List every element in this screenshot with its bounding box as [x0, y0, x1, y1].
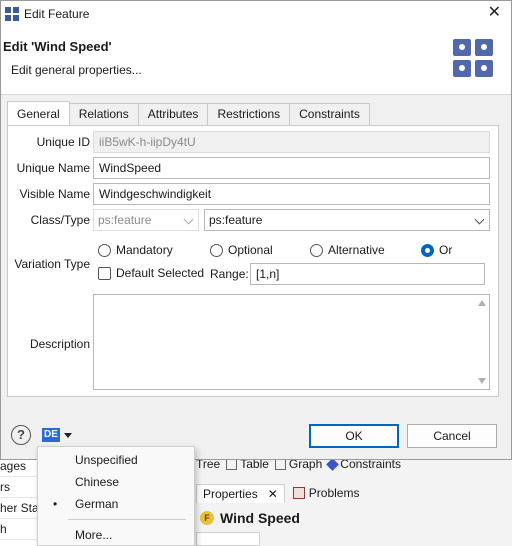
language-menu: Unspecified Chinese • German More... [37, 446, 195, 546]
background-tab-problems[interactable]: Problems [292, 486, 360, 500]
background-tab-label: Properties [203, 486, 258, 501]
background-left-panel: ages rs her Stat h [0, 456, 38, 546]
dialog-heading: Edit 'Wind Speed' [3, 39, 112, 54]
description-label: Description [29, 337, 90, 351]
class-type-label: Class/Type [30, 213, 90, 227]
cancel-button[interactable]: Cancel [407, 424, 497, 448]
chevron-down-icon [63, 432, 72, 438]
tab-constraints[interactable]: Constraints [289, 103, 370, 125]
chevron-down-icon[interactable] [474, 214, 485, 225]
chevron-down-icon [183, 214, 194, 225]
radio-alternative[interactable]: Alternative [310, 243, 385, 257]
background-tab-properties[interactable]: Properties ✕ [196, 483, 285, 503]
background-left-item[interactable]: her Stat [0, 498, 37, 519]
close-icon[interactable]: ✕ [488, 5, 501, 21]
edit-feature-dialog: Edit Feature ✕ Edit 'Wind Speed' Edit ge… [0, 0, 512, 460]
visible-name-label: Visible Name [19, 187, 90, 201]
menu-item-more[interactable]: More... [38, 524, 194, 546]
radio-circle[interactable] [98, 243, 111, 257]
background-field [196, 532, 260, 546]
tab-general[interactable]: General [7, 101, 70, 125]
type-combo[interactable]: ps:feature [204, 209, 490, 231]
feature-icon: F [200, 511, 214, 525]
problems-icon [292, 487, 305, 499]
tab-attributes[interactable]: Attributes [137, 103, 209, 125]
default-selected-checkbox[interactable]: Default Selected [98, 266, 204, 280]
type-combo-value: ps:feature [209, 213, 263, 227]
visible-name-field[interactable]: Windgeschwindigkeit [93, 183, 490, 205]
range-field[interactable]: [1,n] [250, 263, 485, 285]
menu-item-german[interactable]: • German [38, 493, 194, 515]
menu-item-unspecified[interactable]: Unspecified [38, 449, 194, 471]
background-view-tabs: Properties ✕ Problems [196, 482, 359, 504]
description-scrollbar[interactable] [475, 295, 489, 389]
class-combo: ps:feature [93, 209, 199, 231]
menu-item-chinese[interactable]: Chinese [38, 471, 194, 493]
help-icon[interactable]: ? [11, 425, 31, 445]
window-titlebar: Edit Feature ✕ [1, 1, 511, 27]
description-textarea[interactable] [93, 294, 490, 390]
class-combo-value: ps:feature [98, 213, 152, 227]
radio-label: Optional [228, 243, 273, 257]
window-title: Edit Feature [24, 7, 90, 21]
checkbox-label: Default Selected [116, 266, 205, 280]
radio-circle[interactable] [210, 243, 223, 257]
radio-label: Or [439, 243, 453, 257]
graph-icon [274, 458, 286, 470]
background-feature-name: Wind Speed [220, 510, 300, 526]
tab-restrictions[interactable]: Restrictions [207, 103, 291, 125]
tab-relations[interactable]: Relations [68, 103, 139, 125]
menu-item-label: More... [75, 528, 113, 542]
feature-model-icon [453, 39, 493, 77]
app-icon [5, 7, 19, 21]
menu-separator [68, 519, 186, 520]
background-feature-title: F Wind Speed [200, 510, 300, 526]
ok-button[interactable]: OK [309, 424, 399, 448]
menu-item-label: German [75, 497, 119, 511]
language-badge: DE [42, 428, 60, 442]
variation-type-label: Variation Type [14, 257, 90, 271]
background-tab-label: Problems [308, 486, 360, 500]
radio-circle-selected[interactable] [421, 243, 434, 257]
unique-id-label: Unique ID [36, 135, 90, 149]
radio-optional[interactable]: Optional [210, 243, 273, 257]
scroll-up-icon[interactable] [478, 300, 486, 306]
background-left-item[interactable]: rs [0, 477, 37, 498]
radio-label: Alternative [328, 243, 385, 257]
checkbox-box[interactable] [98, 266, 111, 280]
close-icon[interactable]: ✕ [268, 487, 278, 501]
dialog-header: Edit 'Wind Speed' Edit general propertie… [1, 27, 511, 95]
scroll-down-icon[interactable] [478, 378, 486, 384]
background-left-item[interactable]: h [0, 519, 37, 540]
radio-circle[interactable] [310, 243, 323, 257]
table-icon [226, 458, 238, 470]
radio-or[interactable]: Or [421, 243, 452, 257]
radio-label: Mandatory [116, 243, 173, 257]
menu-item-label: Unspecified [75, 453, 138, 467]
general-tab-panel: Unique ID iiB5wK-h-iipDy4tU Unique Name … [7, 125, 499, 397]
radio-mandatory[interactable]: Mandatory [98, 243, 173, 257]
unique-id-field: iiB5wK-h-iipDy4tU [93, 131, 490, 153]
unique-name-field[interactable]: WindSpeed [93, 157, 490, 179]
dialog-subheading: Edit general properties... [11, 63, 142, 77]
checked-bullet-icon: • [53, 497, 58, 511]
menu-item-label: Chinese [75, 475, 120, 489]
language-selector[interactable]: DE [42, 428, 72, 442]
tab-bar: General Relations Attributes Restriction… [7, 101, 370, 125]
range-label: Range: [210, 267, 249, 281]
unique-name-label: Unique Name [16, 161, 90, 175]
